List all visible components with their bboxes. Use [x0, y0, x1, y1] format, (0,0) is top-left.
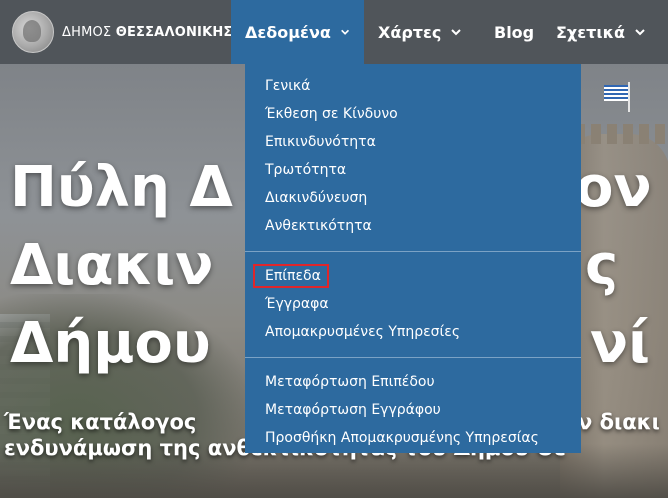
nav-data-menu[interactable]: Δεδομένα: [231, 0, 364, 64]
chevron-down-icon: [635, 29, 645, 36]
brand-home-link[interactable]: ΔΗΜΟΣ ΘΕΣΣΑΛΟΝΙΚΗΣ: [0, 0, 233, 64]
menu-item-upload-layer[interactable]: Μεταφόρτωση Επιπέδου: [245, 368, 581, 396]
city-seal-logo-icon: [12, 11, 54, 53]
menu-divider: [245, 251, 581, 252]
menu-item-vulnerability[interactable]: Τρωτότητα: [245, 156, 581, 184]
chevron-down-icon: [451, 29, 462, 36]
nav-blog-label: Blog: [494, 22, 535, 42]
hero-title-line3-right: νί: [590, 311, 650, 376]
menu-item-documents[interactable]: Έγγραφα: [245, 290, 581, 318]
brand-name: ΔΗΜΟΣ ΘΕΣΣΑΛΟΝΙΚΗΣ: [62, 25, 233, 40]
menu-item-exposure[interactable]: Έκθεση σε Κίνδυνο: [245, 100, 581, 128]
nav-maps-menu[interactable]: Χάρτες: [364, 0, 480, 64]
tower-battlements-image: [575, 124, 665, 144]
data-dropdown-menu: Γενικά Έκθεση σε Κίνδυνο Επικινδυνότητα …: [245, 64, 581, 453]
hero-subtitle-line1: Ένας κατάλογος: [4, 410, 197, 434]
nav-maps-label: Χάρτες: [378, 22, 442, 42]
hero-title-line1-right: ον: [575, 155, 652, 220]
brand-name-part1: ΔΗΜΟΣ: [62, 24, 112, 40]
nav-blog-link[interactable]: Blog: [480, 0, 542, 64]
menu-item-layers-label: Επίπεδα: [253, 264, 329, 288]
chevron-down-icon: [340, 29, 349, 35]
menu-item-hazard[interactable]: Επικινδυνότητα: [245, 128, 581, 156]
hero-title-line3: Δήμου: [10, 311, 211, 376]
hero-title: Πύλη Δ ον Διακιν ς Δήμου νί: [10, 149, 652, 383]
menu-item-general[interactable]: Γενικά: [245, 72, 581, 100]
hero-title-line1: Πύλη Δ: [10, 155, 233, 220]
menu-item-layers[interactable]: Επίπεδα: [245, 262, 581, 290]
menu-item-remote-services[interactable]: Απομακρυσμένες Υπηρεσίες: [245, 318, 581, 346]
menu-item-risk[interactable]: Διακινδύνευση: [245, 184, 581, 212]
greek-flag-icon: [604, 85, 628, 101]
top-navbar: ΔΗΜΟΣ ΘΕΣΣΑΛΟΝΙΚΗΣ Δεδομένα Χάρτες Blog …: [0, 0, 668, 64]
hero-title-line2: Διακιν: [10, 233, 214, 298]
menu-divider: [245, 357, 581, 358]
menu-item-add-remote-service[interactable]: Προσθήκη Απομακρυσμένης Υπηρεσίας: [245, 424, 581, 452]
nav-about-menu[interactable]: Σχετικά: [542, 0, 660, 64]
nav-about-label: Σχετικά: [556, 22, 625, 42]
menu-item-resilience[interactable]: Ανθεκτικότητα: [245, 212, 581, 240]
menu-item-upload-document[interactable]: Μεταφόρτωση Εγγράφου: [245, 396, 581, 424]
brand-name-part2: ΘΕΣΣΑΛΟΝΙΚΗΣ: [115, 24, 233, 40]
hero-subtitle-line1-right: ν διακι: [578, 410, 660, 434]
hero-title-line2-right: ς: [585, 233, 619, 298]
nav-data-label: Δεδομένα: [245, 22, 331, 42]
flagpole: [628, 82, 630, 112]
